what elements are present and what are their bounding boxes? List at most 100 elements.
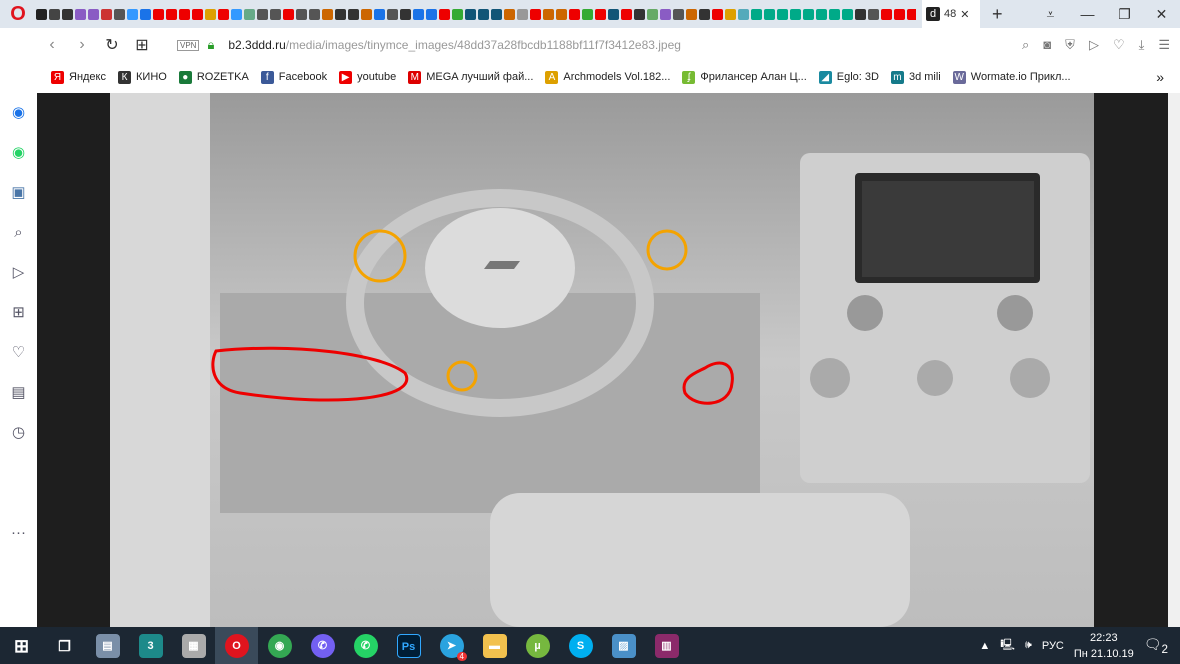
- language-indicator[interactable]: РУС: [1042, 640, 1064, 652]
- minimize-button[interactable]: —: [1069, 0, 1106, 28]
- tab-favicon-icon[interactable]: [127, 8, 138, 20]
- send-icon[interactable]: ▷: [1089, 37, 1099, 53]
- tab-favicon-icon[interactable]: [751, 8, 762, 20]
- bookmark-item[interactable]: M MEGA лучший фай...: [408, 70, 533, 84]
- settings-icon[interactable]: ☰: [1158, 37, 1170, 53]
- tab-favicon-icon[interactable]: [179, 8, 190, 20]
- opera-menu-icon[interactable]: O: [0, 3, 36, 26]
- bookmark-item[interactable]: f Facebook: [260, 70, 327, 84]
- heart-icon[interactable]: ♡: [12, 333, 25, 373]
- tab-favicon-icon[interactable]: [855, 8, 866, 20]
- tab-favicon-icon[interactable]: [452, 8, 463, 20]
- tab-favicon-icon[interactable]: [296, 8, 307, 20]
- bookmark-item[interactable]: W Wormate.io Прикл...: [952, 70, 1071, 84]
- lock-icon[interactable]: 🔒︎: [207, 37, 214, 53]
- task-view-button[interactable]: ❐: [43, 627, 86, 664]
- bookmarks-more-button[interactable]: »: [1156, 69, 1164, 85]
- taskbar-skype[interactable]: S: [559, 627, 602, 664]
- taskbar-whatsapp[interactable]: ✆: [344, 627, 387, 664]
- tab-favicon-icon[interactable]: [465, 8, 476, 20]
- tab-favicon-icon[interactable]: [764, 8, 775, 20]
- tab-favicon-icon[interactable]: [569, 8, 580, 20]
- tab-favicon-icon[interactable]: [712, 8, 723, 20]
- volume-icon[interactable]: 🕪︎: [1025, 639, 1032, 652]
- tab-favicon-icon[interactable]: [153, 8, 164, 20]
- tab-favicon-icon[interactable]: [686, 8, 697, 20]
- tray-expand-icon[interactable]: ▲: [979, 640, 990, 652]
- taskbar-photos[interactable]: ▨: [602, 627, 645, 664]
- start-button[interactable]: ⊞: [0, 627, 43, 664]
- tab-favicon-icon[interactable]: [738, 8, 749, 20]
- close-button[interactable]: ✕: [1143, 0, 1180, 28]
- tab-favicon-icon[interactable]: [166, 8, 177, 20]
- tab-favicon-icon[interactable]: [816, 8, 827, 20]
- download-icon[interactable]: ⤓: [1139, 37, 1145, 53]
- tab-favicon-icon[interactable]: [777, 8, 788, 20]
- reload-button[interactable]: ↻: [97, 35, 127, 55]
- tab-favicon-icon[interactable]: [88, 8, 99, 20]
- taskbar-utorrent[interactable]: µ: [516, 627, 559, 664]
- tab-favicon-icon[interactable]: [374, 8, 385, 20]
- tab-favicon-icon[interactable]: [140, 8, 151, 20]
- new-tab-button[interactable]: +: [992, 4, 1003, 25]
- network-icon[interactable]: 🖳︎: [1000, 636, 1015, 655]
- bookmark-item[interactable]: Я Яндекс: [51, 70, 106, 84]
- heart-icon[interactable]: ♡: [1113, 37, 1125, 53]
- search-icon[interactable]: ⌕: [1022, 37, 1029, 53]
- news-icon[interactable]: ▤: [11, 373, 25, 413]
- tab-favicon-icon[interactable]: [660, 8, 671, 20]
- speed-dial-button[interactable]: ⊞: [127, 35, 157, 55]
- taskbar-monitor[interactable]: ▤: [86, 627, 129, 664]
- clock[interactable]: 22:23 Пн 21.10.19: [1074, 630, 1134, 662]
- taskbar-explorer[interactable]: ▬: [473, 627, 516, 664]
- tab-favicon-icon[interactable]: [634, 8, 645, 20]
- tab-favicon-icon[interactable]: [894, 8, 905, 20]
- tab-favicon-icon[interactable]: [790, 8, 801, 20]
- tab-favicon-icon[interactable]: [413, 8, 424, 20]
- forward-button[interactable]: ›: [67, 36, 97, 54]
- messenger-icon[interactable]: ◉: [12, 93, 25, 133]
- tab-favicon-icon[interactable]: [608, 8, 619, 20]
- whatsapp-icon[interactable]: ◉: [12, 133, 25, 173]
- tab-favicon-icon[interactable]: [322, 8, 333, 20]
- scrollbar[interactable]: [1168, 93, 1180, 627]
- history-icon[interactable]: ◷: [12, 413, 25, 453]
- tab-favicon-icon[interactable]: [283, 8, 294, 20]
- search-icon[interactable]: ⌕: [14, 213, 22, 253]
- bookmark-item[interactable]: ◢ Eglo: 3D: [818, 70, 879, 84]
- tab-close-icon[interactable]: ✕: [960, 8, 969, 21]
- taskbar-viber[interactable]: ✆: [301, 627, 344, 664]
- tab-favicon-icon[interactable]: [621, 8, 632, 20]
- tab-favicon-icon[interactable]: [881, 8, 892, 20]
- tab-favicon-icon[interactable]: [114, 8, 125, 20]
- tab-favicon-icon[interactable]: [842, 8, 853, 20]
- more-icon[interactable]: ···: [11, 513, 26, 553]
- tab-favicon-icon[interactable]: [205, 8, 216, 20]
- tab-favicon-icon[interactable]: [439, 8, 450, 20]
- tab-favicon-icon[interactable]: [400, 8, 411, 20]
- bookmark-item[interactable]: ▶ youtube: [339, 70, 396, 84]
- tab-favicon-icon[interactable]: [673, 8, 684, 20]
- restore-button[interactable]: ❐: [1106, 0, 1143, 28]
- tab-favicon-icon[interactable]: [829, 8, 840, 20]
- tab-favicon-icon[interactable]: [491, 8, 502, 20]
- tab-favicon-icon[interactable]: [543, 8, 554, 20]
- taskbar-photoshop[interactable]: Ps: [387, 627, 430, 664]
- back-button[interactable]: ‹: [37, 36, 67, 54]
- tab-favicon-icon[interactable]: [62, 8, 73, 20]
- taskbar-chrome[interactable]: ◉: [258, 627, 301, 664]
- tab-favicon-icon[interactable]: [803, 8, 814, 20]
- tab-favicon-icon[interactable]: [725, 8, 736, 20]
- tab-favicon-icon[interactable]: [387, 8, 398, 20]
- tab-favicon-icon[interactable]: [49, 8, 60, 20]
- tab-favicon-icon[interactable]: [309, 8, 320, 20]
- tab-favicon-icon[interactable]: [218, 8, 229, 20]
- bookmark-item[interactable]: К КИНО: [118, 70, 167, 84]
- taskbar-3dsmax[interactable]: 3: [129, 627, 172, 664]
- vk-icon[interactable]: ▣: [11, 173, 25, 213]
- tab-favicon-icon[interactable]: [257, 8, 268, 20]
- tab-favicon-icon[interactable]: [517, 8, 528, 20]
- notifications-icon[interactable]: 🗨︎2: [1144, 636, 1168, 656]
- bookmark-item[interactable]: A Archmodels Vol.182...: [545, 70, 670, 84]
- active-tab[interactable]: d 48 ✕: [922, 0, 980, 28]
